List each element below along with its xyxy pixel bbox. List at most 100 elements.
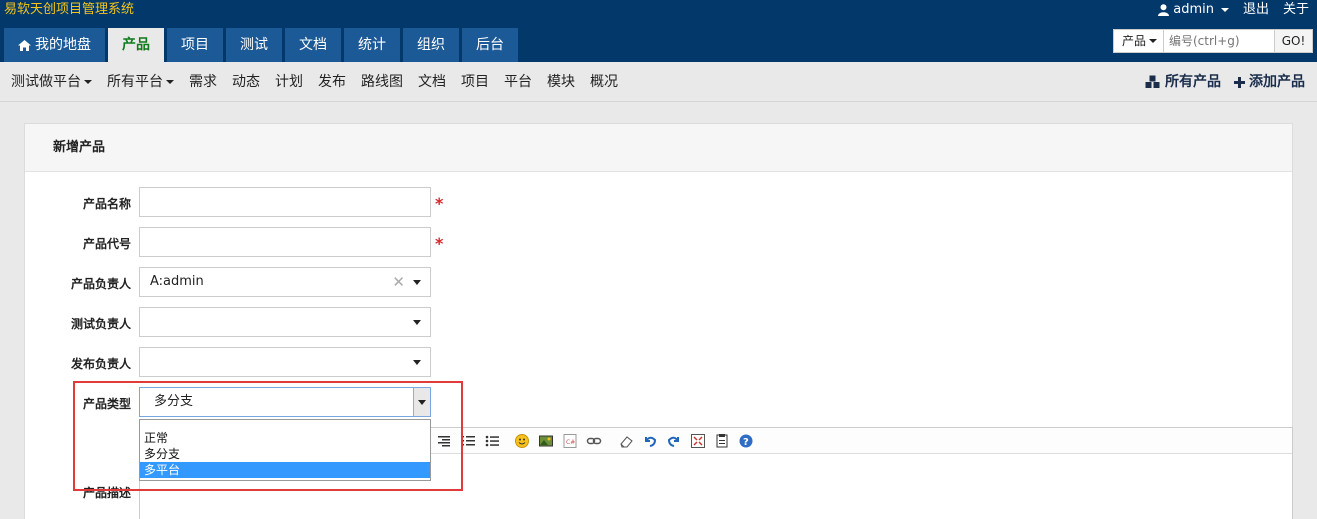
sub-nav-product-switcher[interactable]: 测试做平台 <box>11 73 92 91</box>
product-owner-value: A:admin <box>150 274 204 289</box>
undo-icon[interactable] <box>642 433 658 449</box>
svg-text:?: ? <box>743 437 749 448</box>
clear-icon[interactable]: ✕ <box>392 268 405 296</box>
align-right-icon[interactable] <box>436 433 452 449</box>
search-go-button[interactable]: GO! <box>1274 30 1312 52</box>
dropdown-button[interactable] <box>413 388 430 416</box>
chevron-down-icon <box>413 320 421 325</box>
product-name-label: 产品名称 <box>82 197 131 211</box>
tab-project[interactable]: 项目 <box>167 28 223 62</box>
unordered-list-icon[interactable] <box>484 433 500 449</box>
product-type-select[interactable]: 多分支 <box>139 387 431 417</box>
tab-product[interactable]: 产品 <box>108 28 164 62</box>
chevron-down-icon <box>418 400 426 405</box>
sub-nav-item-dynamic[interactable]: 动态 <box>232 73 260 91</box>
tab-admin-label: 后台 <box>476 37 504 53</box>
ordered-list-icon[interactable] <box>460 433 476 449</box>
option-normal[interactable]: 正常 <box>140 430 430 446</box>
eraser-icon[interactable] <box>618 433 634 449</box>
chevron-down-icon <box>1149 39 1158 43</box>
tab-report[interactable]: 统计 <box>344 28 400 62</box>
tab-product-label: 产品 <box>122 37 150 53</box>
sub-nav-right: 所有产品 添加产品 <box>1145 73 1305 91</box>
product-code-label: 产品代号 <box>82 237 131 251</box>
sub-nav-item-project[interactable]: 项目 <box>461 73 489 91</box>
sub-nav-item-module[interactable]: 模块 <box>547 73 575 91</box>
user-icon <box>1158 3 1170 16</box>
product-owner-select[interactable]: A:admin ✕ <box>139 267 431 297</box>
sub-nav-item-label: 测试做平台 <box>11 74 81 90</box>
user-name: admin <box>1173 2 1214 17</box>
user-area: admin 退出 关于 <box>1158 1 1309 18</box>
search-input[interactable] <box>1164 30 1274 52</box>
sub-nav-item-roadmap[interactable]: 路线图 <box>361 73 403 91</box>
create-product-panel: 新增产品 产品名称 * 产品代号 * 产品负责人 A:admin ✕ 测试负责人… <box>24 123 1293 519</box>
chevron-down-icon <box>84 80 92 84</box>
tab-company[interactable]: 组织 <box>403 28 459 62</box>
sub-nav-item-view[interactable]: 概况 <box>590 73 618 91</box>
image-icon[interactable] <box>538 433 554 449</box>
sub-nav-item-doc[interactable]: 文档 <box>418 73 446 91</box>
cubes-icon <box>1145 75 1160 88</box>
chevron-down-icon <box>1220 7 1229 12</box>
sub-nav-item-platform[interactable]: 平台 <box>504 73 532 91</box>
qa-owner-select[interactable] <box>139 307 431 337</box>
help-icon[interactable]: ? <box>738 433 754 449</box>
search-type-select[interactable]: 产品 <box>1114 30 1164 52</box>
add-product-link[interactable]: 添加产品 <box>1234 73 1305 91</box>
sub-nav-item-plan[interactable]: 计划 <box>275 73 303 91</box>
option-branch[interactable]: 多分支 <box>140 446 430 462</box>
required-mark: * <box>435 194 444 213</box>
product-name-input[interactable] <box>139 187 431 217</box>
product-type-options: 正常 多分支 多平台 <box>139 419 431 481</box>
tab-my-label: 我的地盘 <box>35 37 91 53</box>
tab-test[interactable]: 测试 <box>226 28 282 62</box>
logout-link[interactable]: 退出 <box>1243 1 1269 18</box>
release-owner-select[interactable] <box>139 347 431 377</box>
add-product-label: 添加产品 <box>1249 74 1305 90</box>
search-box: 产品 GO! <box>1113 29 1313 53</box>
user-menu[interactable]: admin <box>1158 1 1229 18</box>
search-type-label: 产品 <box>1122 34 1147 48</box>
top-header: 易软天创项目管理系统 admin 退出 关于 我的地盘 产品 项目 测试 文档 … <box>0 0 1317 62</box>
product-owner-label: 产品负责人 <box>70 277 131 291</box>
sub-nav-platform-switcher[interactable]: 所有平台 <box>107 73 174 91</box>
panel-title: 新增产品 <box>25 124 1292 172</box>
tab-report-label: 统计 <box>358 37 386 53</box>
product-type-value: 多分支 <box>154 394 194 409</box>
about-link[interactable]: 关于 <box>1283 1 1309 18</box>
fullscreen-icon[interactable] <box>690 433 706 449</box>
tab-my[interactable]: 我的地盘 <box>4 28 105 62</box>
tab-test-label: 测试 <box>240 37 268 53</box>
sub-nav-item-story[interactable]: 需求 <box>189 73 217 91</box>
chevron-down-icon <box>413 280 421 285</box>
release-owner-label: 发布负责人 <box>70 357 131 371</box>
code-icon[interactable]: C# <box>562 433 578 449</box>
tab-doc-label: 文档 <box>299 37 327 53</box>
link-icon[interactable] <box>586 433 602 449</box>
description-label: 产品描述 <box>82 486 131 500</box>
chevron-down-icon <box>166 80 174 84</box>
required-mark: * <box>435 234 444 253</box>
main-nav: 我的地盘 产品 项目 测试 文档 统计 组织 后台 <box>4 28 518 62</box>
tab-doc[interactable]: 文档 <box>285 28 341 62</box>
home-icon <box>18 39 31 51</box>
all-products-link[interactable]: 所有产品 <box>1145 73 1221 91</box>
redo-icon[interactable] <box>666 433 682 449</box>
product-type-label: 产品类型 <box>82 397 131 411</box>
option-platform[interactable]: 多平台 <box>140 462 430 478</box>
sub-nav-item-release[interactable]: 发布 <box>318 73 346 91</box>
tab-project-label: 项目 <box>181 37 209 53</box>
template-icon[interactable] <box>714 433 730 449</box>
svg-text:C#: C# <box>566 439 575 446</box>
emoticon-icon[interactable] <box>514 433 530 449</box>
app-brand: 易软天创项目管理系统 <box>4 2 135 17</box>
sub-nav-item-label: 所有平台 <box>107 74 163 90</box>
product-code-input[interactable] <box>139 227 431 257</box>
tab-admin[interactable]: 后台 <box>462 28 518 62</box>
chevron-down-icon <box>413 360 421 365</box>
sub-nav-left: 测试做平台 所有平台 需求 动态 计划 发布 路线图 文档 项目 平台 模块 概… <box>11 73 618 91</box>
qa-owner-label: 测试负责人 <box>70 317 131 331</box>
tab-company-label: 组织 <box>417 37 445 53</box>
all-products-label: 所有产品 <box>1165 74 1221 90</box>
